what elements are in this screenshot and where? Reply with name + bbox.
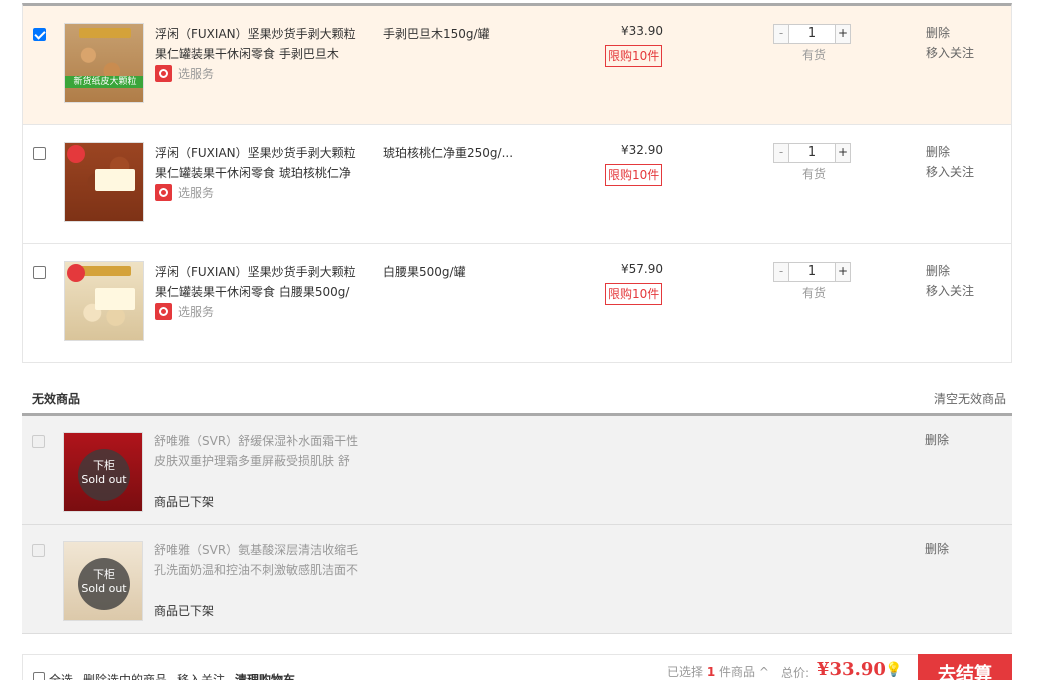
qty-input[interactable]: 1 [789, 143, 835, 163]
cart-item: 新货纸皮大颗粒 浮闲（FUXIAN）坚果炒货手剥大颗粒果仁罐装果干休闲零食 手剥… [23, 6, 1011, 125]
selected-count: 1 [706, 665, 716, 679]
item-ops: 删除 移入关注 [926, 261, 974, 301]
delete-link[interactable]: 删除 [925, 539, 949, 559]
lightbulb-icon[interactable]: 💡 [885, 662, 902, 678]
item-checkbox-disabled [32, 435, 45, 448]
product-spec: 白腰果500g/罐 [383, 265, 466, 279]
product-image[interactable]: 新货纸皮大颗粒 [64, 23, 144, 103]
product-title[interactable]: 浮闲（FUXIAN）坚果炒货手剥大颗粒果仁罐装果干休闲零食 白腰果500g/ [155, 262, 365, 302]
select-service[interactable]: 选服务 [155, 184, 214, 201]
qty-plus-button[interactable]: + [835, 262, 851, 282]
move-to-follow-link[interactable]: 移入关注 [926, 43, 974, 63]
clean-cart-link[interactable]: 清理购物车 [235, 671, 295, 680]
cart-footer-bar: 全选 删除选中的商品 移入关注 清理购物车 已选择 1 件商品 ^ 总价: ¥3… [22, 654, 1012, 680]
invalid-item: 下柜 Sold out 舒唯雅（SVR）舒缓保湿补水面霜干性皮肤双重护理霜多重屏… [22, 416, 1012, 525]
select-all-checkbox[interactable] [33, 672, 45, 680]
jar-lid [79, 266, 131, 276]
move-to-follow-link[interactable]: 移入关注 [177, 671, 225, 680]
cart-item: 浮闲（FUXIAN）坚果炒货手剥大颗粒果仁罐装果干休闲零食 白腰果500g/ 选… [23, 244, 1011, 363]
product-image[interactable]: 下柜 Sold out [63, 432, 143, 512]
item-checkbox[interactable] [33, 266, 46, 279]
select-service-label: 选服务 [178, 305, 215, 319]
qty-plus-button[interactable]: + [835, 143, 851, 163]
delete-link[interactable]: 删除 [926, 261, 974, 281]
clear-invalid-button[interactable]: 清空无效商品 [934, 390, 1006, 407]
service-icon [155, 303, 172, 320]
select-all-label: 全选 [49, 673, 74, 680]
delete-link[interactable]: 删除 [926, 142, 974, 162]
selected-suffix: 件商品 ^ [719, 665, 769, 679]
qty-input[interactable]: 1 [789, 24, 835, 44]
product-image[interactable] [64, 261, 144, 341]
product-title[interactable]: 舒唯雅（SVR）氨基酸深层清洁收缩毛孔洗面奶温和控油不刺激敏感肌洁面不 [154, 540, 364, 580]
qty-minus-button[interactable]: - [773, 143, 789, 163]
select-service-label: 选服务 [178, 67, 215, 81]
quantity-stepper: - 1 + [773, 143, 855, 163]
delisted-status: 商品已下架 [154, 604, 215, 618]
invalid-goods-heading: 无效商品 [32, 392, 81, 406]
qty-plus-button[interactable]: + [835, 24, 851, 44]
select-all[interactable]: 全选 [33, 671, 73, 680]
selected-prefix: 已选择 [667, 665, 704, 679]
item-ops: 删除 移入关注 [926, 23, 974, 63]
select-service-label: 选服务 [178, 186, 215, 200]
product-title[interactable]: 舒唯雅（SVR）舒缓保湿补水面霜干性皮肤双重护理霜多重屏蔽受损肌肤 舒 [154, 431, 364, 471]
invalid-item: 下柜 Sold out 舒唯雅（SVR）氨基酸深层清洁收缩毛孔洗面奶温和控油不刺… [22, 525, 1012, 634]
product-price: ¥57.90 [621, 262, 663, 276]
delete-link[interactable]: 删除 [926, 23, 974, 43]
delete-link[interactable]: 删除 [925, 430, 949, 450]
purchase-limit-badge: 限购10件 [605, 45, 663, 67]
qty-input[interactable]: 1 [789, 262, 835, 282]
bag-label [95, 169, 135, 191]
sold-out-cn: 下柜 [93, 568, 115, 581]
sold-out-badge: 下柜 Sold out [78, 558, 130, 610]
sold-out-en: Sold out [81, 582, 127, 595]
delisted-status: 商品已下架 [154, 495, 215, 509]
total-label: 总价: [781, 666, 810, 680]
sold-out-cn: 下柜 [93, 459, 115, 472]
quantity-stepper: - 1 + [773, 262, 855, 282]
service-icon [155, 184, 172, 201]
item-ops: 删除 移入关注 [926, 142, 974, 182]
stock-status: 有货 [801, 167, 826, 181]
invalid-goods-header: 无效商品 清空无效商品 [22, 380, 1012, 416]
new-tag-icon [67, 145, 85, 163]
footer-actions: 全选 删除选中的商品 移入关注 清理购物车 [33, 671, 295, 680]
purchase-limit-badge: 限购10件 [605, 283, 663, 305]
select-service[interactable]: 选服务 [155, 65, 214, 82]
product-image-band: 新货纸皮大颗粒 [65, 76, 143, 88]
service-icon [155, 65, 172, 82]
qty-minus-button[interactable]: - [773, 24, 789, 44]
product-price: ¥33.90 [621, 24, 663, 38]
total-price: ¥33.90 [817, 659, 886, 680]
product-title[interactable]: 浮闲（FUXIAN）坚果炒货手剥大颗粒果仁罐装果干休闲零食 琥珀核桃仁净 [155, 143, 365, 183]
delete-selected-link[interactable]: 删除选中的商品 [83, 671, 167, 680]
product-spec: 手剥巴旦木150g/罐 [383, 27, 490, 41]
move-to-follow-link[interactable]: 移入关注 [926, 281, 974, 301]
product-image[interactable] [64, 142, 144, 222]
jar-label [95, 288, 135, 310]
purchase-limit-badge: 限购10件 [605, 164, 663, 186]
cart-item-list: 新货纸皮大颗粒 浮闲（FUXIAN）坚果炒货手剥大颗粒果仁罐装果干休闲零食 手剥… [22, 3, 1012, 363]
item-checkbox-disabled [32, 544, 45, 557]
stock-status: 有货 [801, 286, 826, 300]
selected-summary[interactable]: 已选择 1 件商品 ^ [667, 663, 769, 680]
new-tag-icon [67, 264, 85, 282]
jar-lid [79, 28, 131, 38]
stock-status: 有货 [801, 48, 826, 62]
move-to-follow-link[interactable]: 移入关注 [926, 162, 974, 182]
product-title[interactable]: 浮闲（FUXIAN）坚果炒货手剥大颗粒果仁罐装果干休闲零食 手剥巴旦木 [155, 24, 365, 64]
sold-out-en: Sold out [81, 473, 127, 486]
item-checkbox[interactable] [33, 147, 46, 160]
qty-minus-button[interactable]: - [773, 262, 789, 282]
product-spec: 琥珀核桃仁净重250g/... [383, 146, 514, 160]
product-image[interactable]: 下柜 Sold out [63, 541, 143, 621]
product-price: ¥32.90 [621, 143, 663, 157]
cart-item: 浮闲（FUXIAN）坚果炒货手剥大颗粒果仁罐装果干休闲零食 琥珀核桃仁净 选服务… [23, 125, 1011, 244]
checkout-button[interactable]: 去结算 [918, 654, 1012, 680]
sold-out-badge: 下柜 Sold out [78, 449, 130, 501]
select-service[interactable]: 选服务 [155, 303, 214, 320]
quantity-stepper: - 1 + [773, 24, 855, 44]
item-checkbox[interactable] [33, 28, 46, 41]
